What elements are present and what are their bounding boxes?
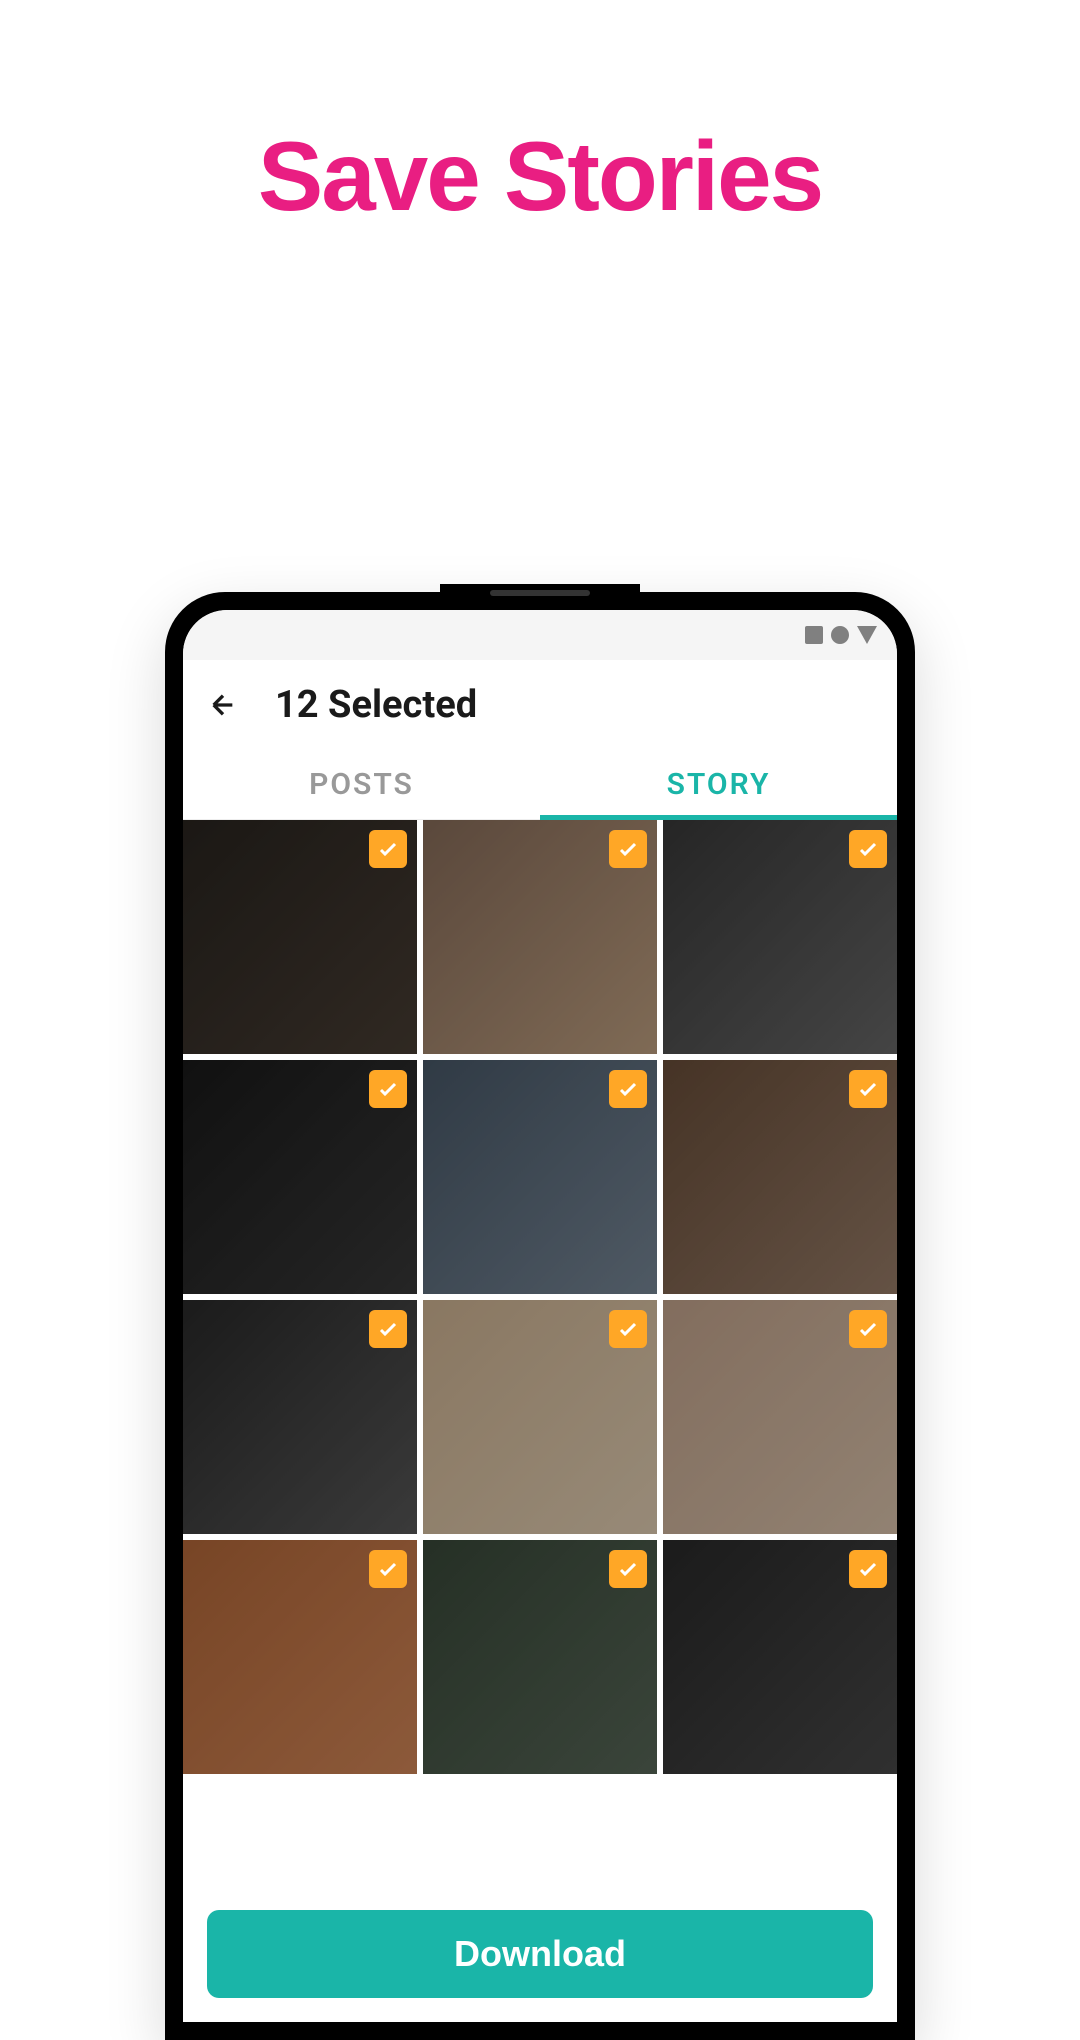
check-icon [616, 837, 640, 861]
selection-checkbox[interactable] [609, 1070, 647, 1108]
selection-checkbox[interactable] [609, 1310, 647, 1348]
selection-checkbox[interactable] [369, 1070, 407, 1108]
selection-checkbox[interactable] [849, 1310, 887, 1348]
selection-checkbox[interactable] [849, 1550, 887, 1588]
phone-speaker [490, 590, 590, 596]
grid-item[interactable] [183, 1540, 417, 1774]
status-triangle-icon [857, 626, 877, 644]
status-square-icon [805, 626, 823, 644]
phone-screen: 12 Selected POSTS STORY [183, 610, 897, 2022]
status-bar [183, 610, 897, 660]
grid-item[interactable] [423, 1540, 657, 1774]
grid-item[interactable] [183, 1300, 417, 1534]
selection-checkbox[interactable] [609, 830, 647, 868]
selection-checkbox[interactable] [369, 1310, 407, 1348]
check-icon [856, 837, 880, 861]
download-bar: Download [183, 1886, 897, 2022]
tab-story[interactable]: STORY [540, 750, 897, 819]
check-icon [856, 1557, 880, 1581]
selection-checkbox[interactable] [369, 830, 407, 868]
grid-item[interactable] [423, 820, 657, 1054]
status-circle-icon [831, 626, 849, 644]
media-grid [183, 820, 897, 1774]
selection-count: 12 Selected [275, 683, 477, 727]
grid-item[interactable] [423, 1060, 657, 1294]
grid-item[interactable] [663, 1060, 897, 1294]
tabs: POSTS STORY [183, 750, 897, 820]
check-icon [616, 1557, 640, 1581]
back-button[interactable] [203, 685, 243, 725]
tab-posts[interactable]: POSTS [183, 750, 540, 819]
selection-checkbox[interactable] [369, 1550, 407, 1588]
grid-item[interactable] [183, 1060, 417, 1294]
check-icon [376, 1557, 400, 1581]
grid-item[interactable] [423, 1300, 657, 1534]
selection-checkbox[interactable] [849, 1070, 887, 1108]
grid-item[interactable] [663, 1540, 897, 1774]
selection-checkbox[interactable] [609, 1550, 647, 1588]
check-icon [856, 1317, 880, 1341]
selection-checkbox[interactable] [849, 830, 887, 868]
check-icon [856, 1077, 880, 1101]
arrow-left-icon [207, 689, 239, 721]
grid-item[interactable] [663, 1300, 897, 1534]
check-icon [376, 1077, 400, 1101]
phone-notch [440, 584, 640, 604]
promo-headline: Save Stories [0, 120, 1080, 233]
check-icon [376, 837, 400, 861]
check-icon [616, 1317, 640, 1341]
grid-item[interactable] [663, 820, 897, 1054]
app-header: 12 Selected [183, 660, 897, 750]
grid-item[interactable] [183, 820, 417, 1054]
check-icon [616, 1077, 640, 1101]
download-button[interactable]: Download [207, 1910, 873, 1998]
check-icon [376, 1317, 400, 1341]
phone-frame: 12 Selected POSTS STORY [165, 592, 915, 2040]
